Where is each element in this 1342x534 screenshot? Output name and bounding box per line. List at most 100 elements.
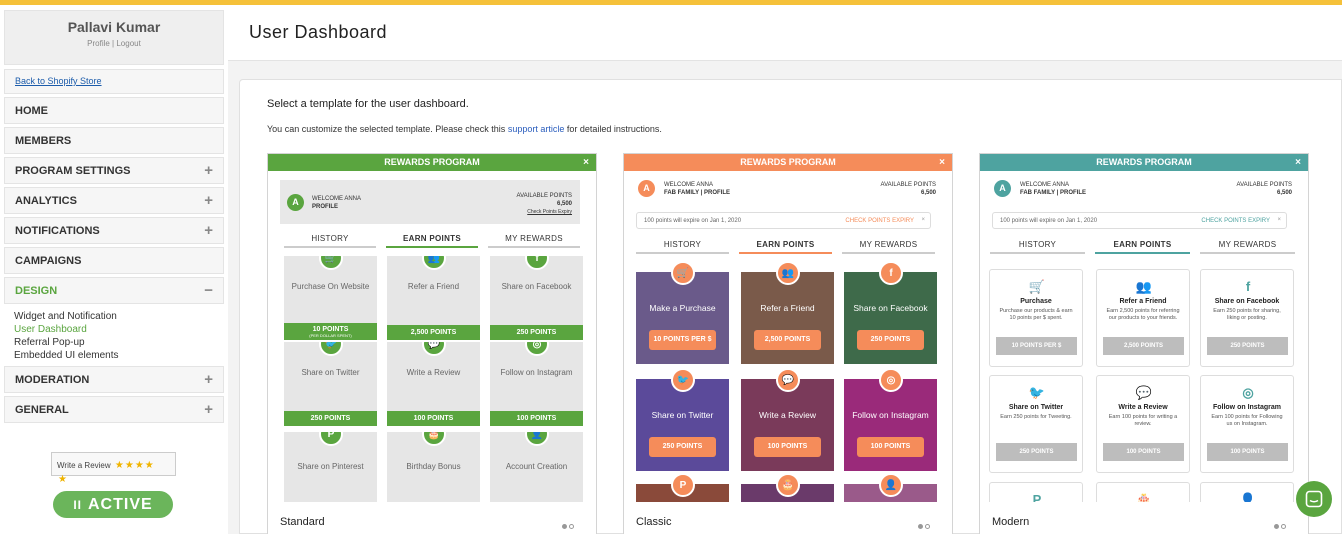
tab-earn-points[interactable]: EARN POINTS xyxy=(386,234,478,248)
reward-tile[interactable]: 💬 Write a Review Earn 100 points for writi… xyxy=(1096,375,1190,473)
reward-tile[interactable]: Write a Review 100 POINTS xyxy=(741,379,834,471)
sidebar-item-campaigns[interactable]: CAMPAIGNS xyxy=(4,247,224,274)
carousel-dot[interactable] xyxy=(918,524,923,529)
tab-my-rewards[interactable]: MY REWARDS xyxy=(1200,240,1295,254)
reward-tile[interactable]: 🛒 Purchase On Website 10 POINTS (PER DOLLAR… xyxy=(284,256,377,340)
tab-my-rewards[interactable]: MY REWARDS xyxy=(488,234,580,248)
reward-tile[interactable]: 🎂 Birthday Bonus xyxy=(387,432,480,502)
tab-earn-points[interactable]: EARN POINTS xyxy=(1095,240,1190,254)
reward-tile[interactable]: 👥 Refer a Friend Earn 2,500 points for ref… xyxy=(1096,269,1190,367)
reward-tile[interactable]: Share on Twitter 250 POINTS xyxy=(636,379,729,471)
reward-tile[interactable]: Follow on Instagram 100 POINTS xyxy=(844,379,937,471)
reward-tile[interactable]: 🛒 Purchase Purchase our products & earn 10… xyxy=(989,269,1083,367)
tile-label: Make a Purchase xyxy=(649,303,716,313)
sidebar-item-analytics[interactable]: ANALYTICS + xyxy=(4,187,224,214)
close-icon[interactable]: × xyxy=(921,217,925,223)
facebook-icon: f xyxy=(1245,279,1251,294)
submenu-item[interactable]: User Dashboard xyxy=(14,323,224,336)
welcome-text: WELCOME ANNA FAB FAMILY | PROFILE xyxy=(664,181,730,197)
sidebar-item-program-settings[interactable]: PROGRAM SETTINGS + xyxy=(4,157,224,184)
reward-tile[interactable]: f Share on Facebook Earn 250 points for sh… xyxy=(1200,269,1294,367)
reward-tile[interactable]: 🐦 Share on Twitter 250 POINTS xyxy=(284,342,377,426)
write-review-badge[interactable]: Write a Review ★★★★ xyxy=(51,452,176,476)
reward-tile[interactable]: Make a Purchase 10 POINTS PER $ xyxy=(636,272,729,364)
check-expiry-link[interactable]: Check Points Expiry xyxy=(517,208,572,216)
reward-tile[interactable]: 👤 Account Creation xyxy=(490,432,583,502)
tab-earn-points[interactable]: EARN POINTS xyxy=(739,240,832,254)
expand-plus-icon[interactable]: + xyxy=(204,401,213,418)
reward-tile[interactable]: P Share on Pinterest xyxy=(284,432,377,502)
carousel-dots[interactable] xyxy=(1272,516,1286,534)
reward-tile[interactable]: 👤 xyxy=(1200,482,1294,502)
tile-points: 100 POINTS xyxy=(1207,443,1288,461)
close-icon[interactable]: × xyxy=(939,154,945,171)
sidebar-item-members[interactable]: MEMBERS xyxy=(4,127,224,154)
expand-plus-icon[interactable]: + xyxy=(204,222,213,239)
reward-tile[interactable]: 🎂 xyxy=(1096,482,1190,502)
submenu-item[interactable]: Widget and Notification xyxy=(14,310,224,323)
tile-points: 250 POINTS xyxy=(996,443,1077,461)
tab-history[interactable]: HISTORY xyxy=(990,240,1085,254)
expand-plus-icon[interactable]: + xyxy=(204,192,213,209)
reward-tile[interactable]: 🐦 Share on Twitter Earn 250 points for Twe… xyxy=(989,375,1083,473)
close-icon[interactable]: × xyxy=(1295,154,1301,171)
sidebar-item-moderation[interactable]: MODERATION + xyxy=(4,366,224,393)
submenu-item[interactable]: Referral Pop-up xyxy=(14,336,224,349)
check-expiry-link[interactable]: CHECK POINTS EXPIRY xyxy=(1201,218,1270,224)
check-expiry-link[interactable]: CHECK POINTS EXPIRY xyxy=(845,218,914,224)
template-card-classic[interactable]: REWARDS PROGRAM × A WELCOME ANNA FAB FAMILY … xyxy=(623,153,953,534)
tile-label: Refer a Friend xyxy=(760,303,815,313)
support-article-link[interactable]: support article xyxy=(508,124,565,134)
tab-my-rewards[interactable]: MY REWARDS xyxy=(842,240,935,254)
sidebar-item-home[interactable]: HOME xyxy=(4,97,224,124)
reward-tile[interactable]: P xyxy=(989,482,1083,502)
sidebar-item-general[interactable]: GENERAL + xyxy=(4,396,224,423)
close-icon[interactable]: × xyxy=(583,154,589,171)
reward-tile[interactable]: f Share on Facebook 250 POINTS xyxy=(490,256,583,340)
carousel-dots[interactable] xyxy=(560,516,574,534)
back-to-store-link[interactable]: Back to Shopify Store xyxy=(4,69,224,94)
points-expiry-bar: 100 points will expire on Jan 1, 2020 CHE… xyxy=(992,212,1287,229)
profile-logout-links[interactable]: Profile | Logout xyxy=(5,39,223,48)
profile-link[interactable]: FAB FAMILY | PROFILE xyxy=(664,190,730,196)
review-icon: 💬 xyxy=(1135,385,1153,400)
carousel-dot[interactable] xyxy=(1281,524,1286,529)
desc-text: You can customize the selected template.… xyxy=(267,124,508,134)
profile-link[interactable]: FAB FAMILY | PROFILE xyxy=(1020,190,1086,196)
tile-points: 10 POINTS PER $ xyxy=(649,330,716,350)
reward-tile[interactable]: ◎ Follow on Instagram Earn 100 points for … xyxy=(1200,375,1294,473)
welcome-name: WELCOME ANNA xyxy=(312,196,362,202)
reward-tile[interactable]: 👥 Refer a Friend 2,500 POINTS xyxy=(387,256,480,340)
tab-history[interactable]: HISTORY xyxy=(636,240,729,254)
carousel-dot[interactable] xyxy=(562,524,567,529)
template-card-standard[interactable]: REWARDS PROGRAM × A WELCOME ANNA PROFILE AVAI… xyxy=(267,153,597,534)
template-caption: Modern xyxy=(992,516,1030,528)
review-stars-icon: ★★★★ xyxy=(114,460,155,471)
template-card-modern[interactable]: REWARDS PROGRAM × A WELCOME ANNA FAB FAMILY … xyxy=(979,153,1309,534)
close-icon[interactable]: × xyxy=(1277,217,1281,223)
sidebar-item-notifications[interactable]: NOTIFICATIONS + xyxy=(4,217,224,244)
account-icon: 👤 xyxy=(1239,492,1257,502)
tile-description: Earn 250 points for Tweeting. xyxy=(1000,414,1072,420)
chat-launcher-button[interactable] xyxy=(1296,481,1332,517)
carousel-dot[interactable] xyxy=(569,524,574,529)
collapse-minus-icon[interactable]: − xyxy=(204,282,213,299)
active-toggle-button[interactable]: II ACTIVE xyxy=(53,491,173,518)
expand-plus-icon[interactable]: + xyxy=(204,371,213,388)
sidebar-item-design[interactable]: DESIGN − xyxy=(4,277,224,304)
rewards-program-title: REWARDS PROGRAM xyxy=(384,157,480,167)
carousel-dot[interactable] xyxy=(1274,524,1279,529)
reward-tile[interactable]: Refer a Friend 2,500 POINTS xyxy=(741,272,834,364)
instagram-icon: ◎ xyxy=(879,368,903,392)
profile-link[interactable]: PROFILE xyxy=(312,204,338,210)
carousel-dot[interactable] xyxy=(925,524,930,529)
submenu-item[interactable]: Embedded UI elements xyxy=(14,349,224,362)
reward-tile[interactable]: 💬 Write a Review 100 POINTS xyxy=(387,342,480,426)
template-caption: Classic xyxy=(636,516,672,528)
carousel-dots[interactable] xyxy=(916,516,930,534)
expand-plus-icon[interactable]: + xyxy=(204,162,213,179)
tab-history[interactable]: HISTORY xyxy=(284,234,376,248)
reward-tile[interactable]: ◎ Follow on Instagram 100 POINTS xyxy=(490,342,583,426)
tile-points-value: 250 POINTS xyxy=(310,415,351,422)
reward-tile[interactable]: Share on Facebook 250 POINTS xyxy=(844,272,937,364)
